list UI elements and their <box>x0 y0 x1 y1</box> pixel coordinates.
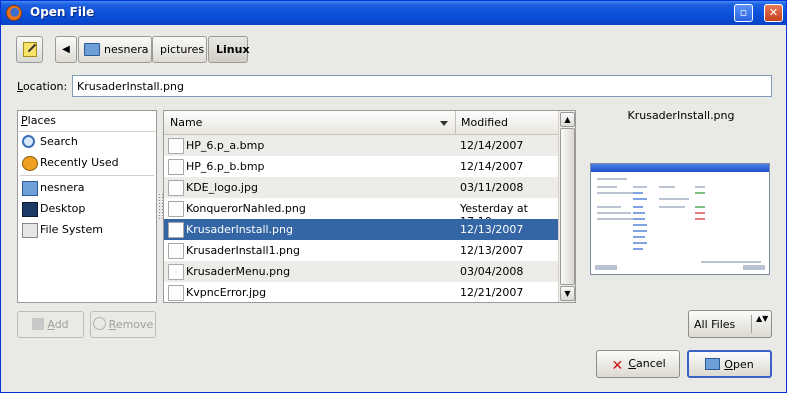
home-folder-icon <box>22 181 38 196</box>
file-list-scrollbar[interactable]: ▲ ▼ <box>558 111 575 302</box>
place-label: Recently Used <box>40 156 119 169</box>
column-header-modified[interactable]: Modified <box>457 111 558 135</box>
title-bar[interactable]: Open File ▫ ✕ <box>1 1 786 25</box>
file-type-filter-select[interactable]: All Files ▲▼ <box>688 310 772 338</box>
place-item-file-system[interactable]: File System <box>18 220 156 241</box>
type-location-toggle-button[interactable] <box>16 36 43 63</box>
image-file-icon <box>168 222 184 238</box>
file-row[interactable]: HP_6.p_b.bmp 12/14/2007 <box>164 156 558 177</box>
place-item-desktop[interactable]: Desktop <box>18 199 156 220</box>
image-file-icon <box>168 159 184 175</box>
image-file-icon <box>168 285 184 301</box>
home-folder-icon <box>84 43 100 56</box>
cancel-x-icon: ✕ <box>611 358 624 374</box>
add-icon <box>32 318 45 330</box>
scrollbar-thumb[interactable] <box>560 128 575 285</box>
image-file-icon <box>168 138 184 154</box>
add-bookmark-button[interactable]: Add <box>17 311 84 338</box>
remove-bookmark-button[interactable]: Remove <box>90 311 156 338</box>
clock-icon <box>22 156 38 171</box>
search-icon <box>22 135 35 148</box>
places-divider <box>20 175 154 176</box>
sort-descending-icon <box>440 121 448 126</box>
file-list: Name Modified HP_6.p_a.bmp 12/14/2007 HP_… <box>163 110 576 303</box>
place-item-recently-used[interactable]: Recently Used <box>18 153 156 174</box>
file-row[interactable]: KrusaderInstall.png 12/13/2007 <box>164 219 558 240</box>
close-button[interactable]: ✕ <box>764 4 783 22</box>
open-folder-icon <box>705 358 721 370</box>
places-header[interactable]: Places <box>18 111 156 132</box>
scroll-up-arrow-icon[interactable]: ▲ <box>560 112 575 127</box>
path-crumb-pictures[interactable]: pictures <box>152 36 207 63</box>
location-label: Location: <box>17 80 68 93</box>
place-label: File System <box>40 223 103 236</box>
image-file-icon <box>168 201 184 217</box>
path-crumb-label: Linux <box>216 43 250 56</box>
file-list-header: Name Modified <box>164 111 558 135</box>
place-item-nesnera[interactable]: nesnera <box>18 178 156 199</box>
path-scroll-left-button[interactable]: ◀ <box>55 36 77 63</box>
file-row[interactable]: KrusaderMenu.png 03/04/2008 <box>164 261 558 282</box>
file-rows: HP_6.p_a.bmp 12/14/2007 HP_6.p_b.bmp 12/14… <box>164 135 558 302</box>
filter-selected-value: All Files <box>694 318 736 331</box>
preview-thumbnail <box>590 163 770 275</box>
file-row[interactable]: KonquerorNahled.pngYesterday at 17:10 <box>164 198 558 228</box>
up-down-arrows-icon: ▲▼ <box>756 314 769 323</box>
scroll-down-arrow-icon[interactable]: ▼ <box>560 286 575 301</box>
image-file-icon <box>168 180 184 196</box>
preview-filename: KrusaderInstall.png <box>627 109 735 122</box>
window-title: Open File <box>30 5 95 19</box>
column-header-name[interactable]: Name <box>164 111 456 135</box>
image-file-icon <box>168 264 184 280</box>
image-file-icon <box>168 243 184 259</box>
edit-pencil-icon <box>23 42 37 57</box>
place-label: Search <box>40 135 78 148</box>
path-crumb-linux[interactable]: Linux <box>208 36 250 63</box>
maximize-button[interactable]: ▫ <box>734 4 753 22</box>
place-label: nesnera <box>40 181 85 194</box>
place-item-search[interactable]: Search <box>18 132 156 153</box>
open-file-dialog: Open File ▫ ✕ ◀ nesnera pictures Linux L… <box>0 0 787 393</box>
path-crumb-label: pictures <box>160 43 205 56</box>
file-row[interactable]: HP_6.p_a.bmp 12/14/2007 <box>164 135 558 156</box>
path-crumb-nesnera[interactable]: nesnera <box>78 36 152 63</box>
places-panel: Places Search Recently Used nesnera Desk… <box>17 110 157 303</box>
file-row[interactable]: KrusaderInstall1.png 12/13/2007 <box>164 240 558 261</box>
path-crumb-label: nesnera <box>104 43 149 56</box>
cancel-button[interactable]: ✕ Cancel <box>596 350 680 378</box>
file-row[interactable]: KvpncError.jpg 12/21/2007 <box>164 282 558 302</box>
firefox-icon <box>6 5 22 21</box>
location-input[interactable] <box>72 75 772 97</box>
file-row[interactable]: KDE_logo.jpg 03/11/2008 <box>164 177 558 198</box>
place-label: Desktop <box>40 202 86 215</box>
open-button[interactable]: Open <box>687 350 772 378</box>
drive-icon <box>22 223 38 238</box>
remove-icon <box>92 317 106 330</box>
desktop-icon <box>22 202 38 217</box>
